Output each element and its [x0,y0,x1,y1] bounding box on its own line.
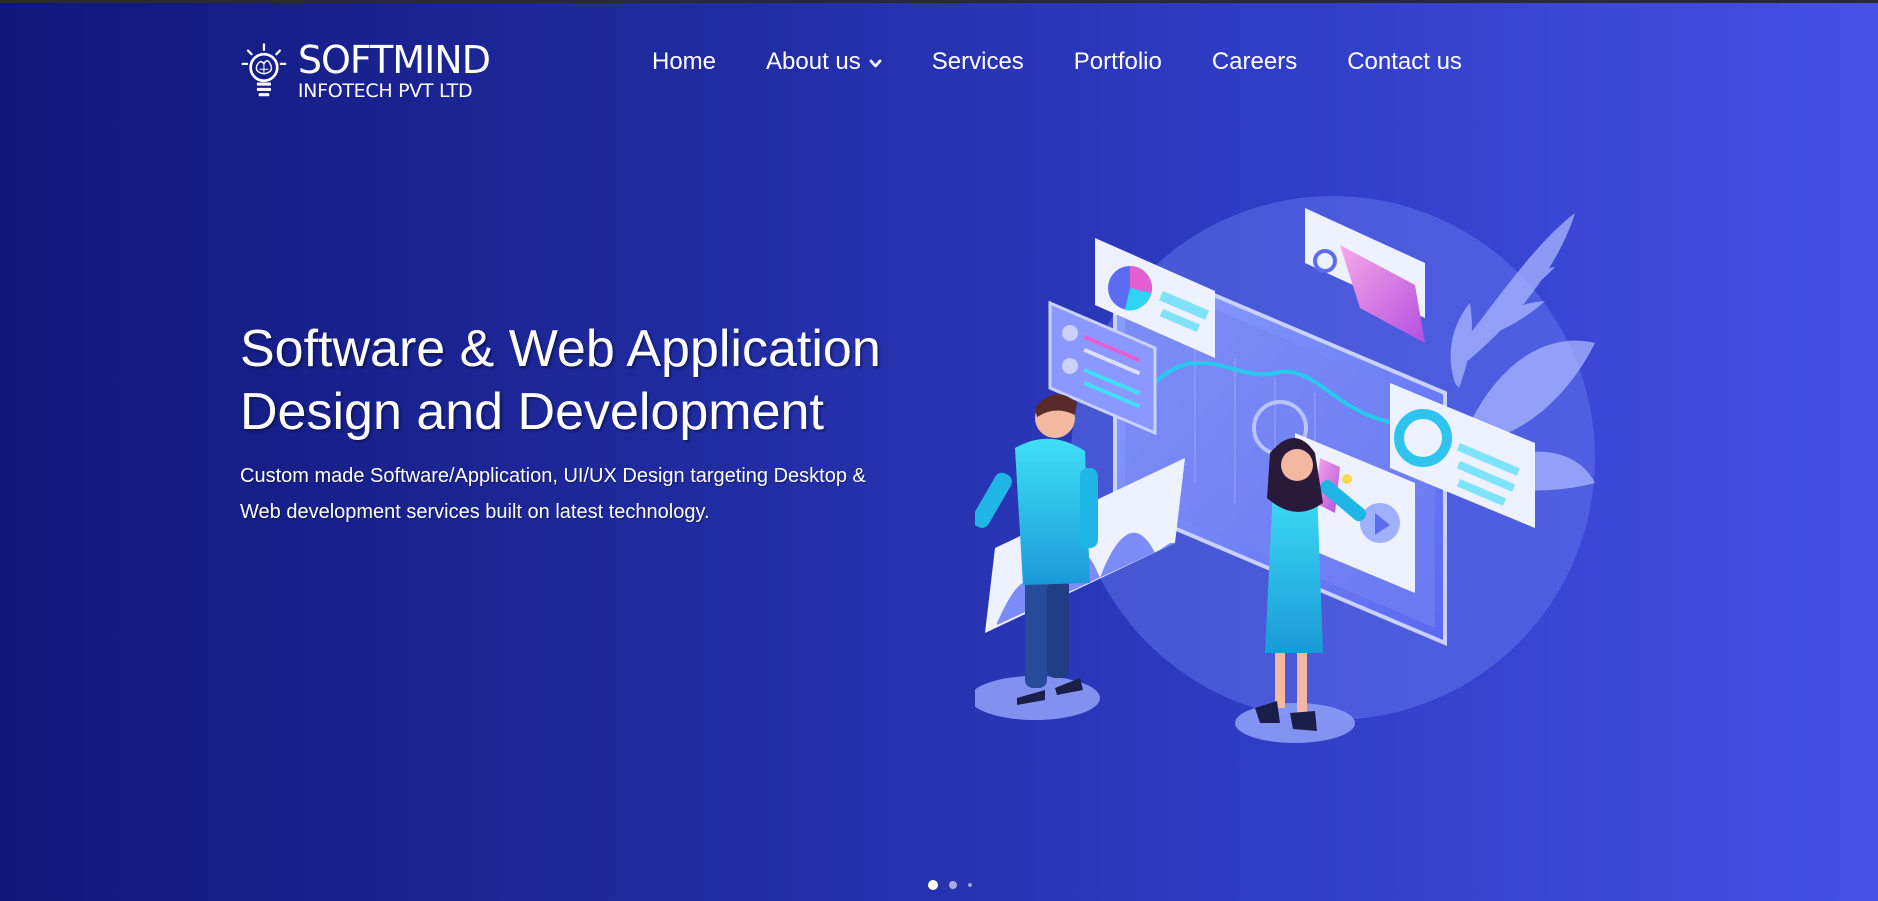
carousel-dot-3[interactable] [968,883,972,887]
chevron-down-icon [869,59,882,68]
hero-subtitle-line2: Web development services built on latest… [240,501,710,523]
brand-tagline: INFOTECH PVT LTD [297,80,473,102]
nav-portfolio-label: Portfolio [1073,48,1162,75]
nav-careers[interactable]: Careers [1212,48,1297,76]
lightbulb-brain-logo-icon [241,43,287,97]
hero-title-line1: Software & Web Application [240,320,881,378]
nav-contact-us[interactable]: Contact us [1347,48,1462,76]
nav-home-label: Home [652,48,717,75]
nav-contact-us-label: Contact us [1347,48,1462,75]
carousel-dot-1[interactable] [928,880,938,890]
hero-title: Software & Web Application Design and De… [240,318,940,444]
main-nav: Home About us Services Portfolio Careers… [652,47,1462,77]
brand-name: SOFTMIND [297,38,491,82]
hero-subtitle-line1: Custom made Software/Application, UI/UX … [240,465,866,487]
hero-illustration [975,196,1595,743]
brand-logo[interactable]: SOFTMIND INFOTECH PVT LTD [240,38,491,103]
nav-careers-label: Careers [1211,48,1298,75]
hero-section: SOFTMIND INFOTECH PVT LTD Home About us … [0,0,1878,901]
hero-title-line2: Design and Development [240,383,824,441]
hero-subtitle: Custom made Software/Application, UI/UX … [240,458,940,530]
nav-about-us-label: About us [766,48,861,75]
nav-services-label: Services [931,48,1024,75]
nav-portfolio[interactable]: Portfolio [1074,48,1162,76]
nav-about-us[interactable]: About us [766,48,882,76]
nav-home[interactable]: Home [652,48,716,76]
nav-services[interactable]: Services [932,48,1024,76]
carousel-dot-2[interactable] [949,881,957,889]
carousel-indicators [928,880,983,890]
